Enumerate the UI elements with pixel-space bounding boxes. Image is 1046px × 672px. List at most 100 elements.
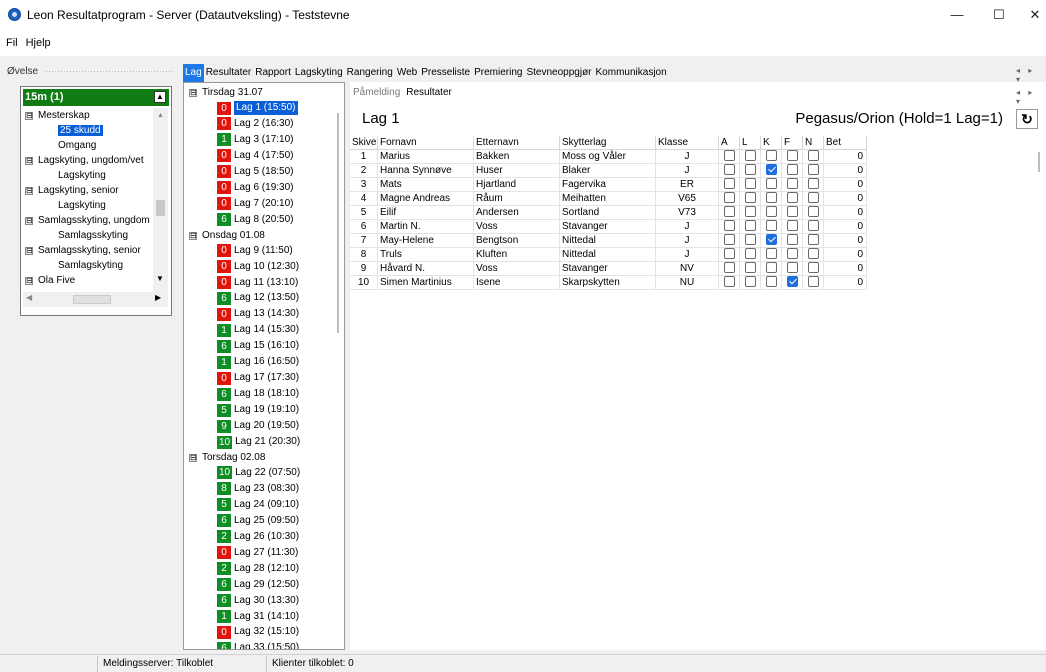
tab-resultater[interactable]: Resultater	[403, 85, 455, 101]
column-header[interactable]: Klasse	[656, 136, 719, 150]
column-header[interactable]: Bet	[824, 136, 867, 150]
grid-scroll-thumb[interactable]	[1038, 152, 1040, 172]
checkbox[interactable]	[807, 206, 819, 217]
collapse-icon[interactable]: ⊟	[189, 231, 197, 240]
checkbox[interactable]	[723, 150, 735, 161]
checkbox[interactable]	[807, 276, 819, 287]
ovelse-tree-item[interactable]: ⊟ Samlagsskyting, ungdom	[25, 213, 150, 228]
collapse-icon[interactable]: ⊟	[25, 217, 33, 225]
table-cell[interactable]	[740, 206, 761, 220]
lag-tree-item[interactable]: 0 Lag 2 (16:30)	[217, 117, 294, 131]
close-button[interactable]: ✕	[1012, 0, 1046, 29]
table-cell[interactable]	[740, 150, 761, 164]
menu-hjelp[interactable]: Hjelp	[22, 37, 55, 49]
lag-tree-item[interactable]: 6 Lag 8 (20:50)	[217, 213, 294, 227]
collapse-up-icon[interactable]: ▲	[154, 91, 166, 103]
table-cell[interactable]	[761, 164, 782, 178]
checkbox[interactable]	[807, 192, 819, 203]
table-cell[interactable]	[803, 206, 824, 220]
table-cell[interactable]	[782, 206, 803, 220]
checkbox[interactable]	[765, 262, 777, 273]
table-cell[interactable]	[761, 206, 782, 220]
table-cell[interactable]	[761, 276, 782, 290]
lag-tree-item[interactable]: 0 Lag 5 (18:50)	[217, 165, 294, 179]
table-cell[interactable]	[761, 178, 782, 192]
lag-tree-item[interactable]: 6 Lag 12 (13:50)	[217, 291, 299, 305]
table-cell[interactable]	[803, 276, 824, 290]
tab-kommunikasjon[interactable]: Kommunikasjon	[594, 64, 669, 82]
tab-stevneoppgjr[interactable]: Stevneoppgjør	[524, 64, 593, 82]
ovelse-tree-item[interactable]: Samlagsskyting	[58, 228, 128, 243]
scroll-right-icon[interactable]: ▶	[155, 293, 161, 302]
checkbox[interactable]	[744, 178, 756, 189]
checkbox[interactable]	[744, 164, 756, 175]
lag-tree-item[interactable]: 0 Lag 10 (12:30)	[217, 260, 299, 274]
checkbox[interactable]	[723, 192, 735, 203]
checkbox[interactable]	[786, 206, 798, 217]
tab-pamelding[interactable]: Påmelding	[350, 85, 403, 101]
ovelse-tree-item[interactable]: ⊟ Lagskyting, senior	[25, 183, 119, 198]
lag-tree-item[interactable]: 0 Lag 7 (20:10)	[217, 197, 294, 211]
lag-tree-item[interactable]: 1 Lag 31 (14:10)	[217, 610, 299, 624]
collapse-icon[interactable]: ⊟	[25, 187, 33, 195]
table-cell[interactable]	[740, 248, 761, 262]
scroll-thumb-horizontal[interactable]	[73, 295, 111, 304]
checkbox[interactable]	[786, 178, 798, 189]
table-cell[interactable]	[782, 262, 803, 276]
checkbox[interactable]	[744, 192, 756, 203]
lag-tree-item[interactable]: 8 Lag 23 (08:30)	[217, 482, 299, 496]
table-cell[interactable]	[782, 192, 803, 206]
table-cell[interactable]	[740, 192, 761, 206]
ovelse-tree-item[interactable]: 25 skudd	[58, 123, 103, 138]
checkbox[interactable]	[807, 262, 819, 273]
checkbox[interactable]	[744, 220, 756, 231]
table-cell[interactable]	[803, 248, 824, 262]
ovelse-tree-item[interactable]: Samlagskyting	[58, 258, 123, 273]
vertical-scrollbar[interactable]: ▲ ▼	[153, 108, 168, 292]
checkbox-checked[interactable]	[786, 276, 798, 287]
checkbox[interactable]	[744, 234, 756, 245]
checkbox[interactable]	[744, 276, 756, 287]
minimize-button[interactable]: —	[934, 0, 980, 29]
lag-tree-item[interactable]: 1 Lag 14 (15:30)	[217, 323, 299, 337]
lag-tree-item[interactable]: 0 Lag 32 (15:10)	[217, 625, 299, 639]
lag-tree-item[interactable]: 0 Lag 1 (15:50)	[217, 101, 298, 115]
scroll-up-icon[interactable]: ▲	[157, 112, 164, 119]
table-cell[interactable]	[761, 234, 782, 248]
checkbox[interactable]	[765, 248, 777, 259]
collapse-icon[interactable]: ⊟	[189, 89, 197, 97]
column-header[interactable]: Etternavn	[474, 136, 560, 150]
checkbox[interactable]	[723, 276, 735, 287]
lag-tree-item[interactable]: 5 Lag 19 (19:10)	[217, 403, 299, 417]
checkbox[interactable]	[744, 248, 756, 259]
checkbox[interactable]	[765, 206, 777, 217]
table-cell[interactable]	[719, 276, 740, 290]
tab-resultater[interactable]: Resultater	[204, 64, 254, 82]
collapse-icon[interactable]: ⊟	[25, 277, 33, 285]
checkbox[interactable]	[723, 220, 735, 231]
lag-tree-item[interactable]: 0 Lag 6 (19:30)	[217, 181, 294, 195]
column-header[interactable]: L	[740, 136, 761, 150]
table-cell[interactable]	[761, 262, 782, 276]
checkbox[interactable]	[765, 150, 777, 161]
lag-tree-item[interactable]: 9 Lag 20 (19:50)	[217, 419, 299, 433]
table-cell[interactable]	[719, 262, 740, 276]
table-cell[interactable]	[782, 248, 803, 262]
lag-tree-item[interactable]: 10 Lag 21 (20:30)	[217, 435, 300, 449]
tab-presseliste[interactable]: Presseliste	[419, 64, 472, 82]
scroll-thumb[interactable]	[156, 200, 165, 216]
table-cell[interactable]	[803, 192, 824, 206]
checkbox[interactable]	[744, 206, 756, 217]
checkbox[interactable]	[723, 262, 735, 273]
lag-tree-item[interactable]: 6 Lag 15 (16:10)	[217, 339, 299, 353]
lag-tree-item[interactable]: 1 Lag 16 (16:50)	[217, 355, 299, 369]
checkbox[interactable]	[807, 234, 819, 245]
checkbox[interactable]	[807, 150, 819, 161]
table-cell[interactable]	[740, 164, 761, 178]
checkbox[interactable]	[723, 234, 735, 245]
checkbox[interactable]	[786, 150, 798, 161]
table-cell[interactable]	[719, 192, 740, 206]
tab-web[interactable]: Web	[395, 64, 419, 82]
table-cell[interactable]	[719, 178, 740, 192]
table-cell[interactable]	[782, 164, 803, 178]
